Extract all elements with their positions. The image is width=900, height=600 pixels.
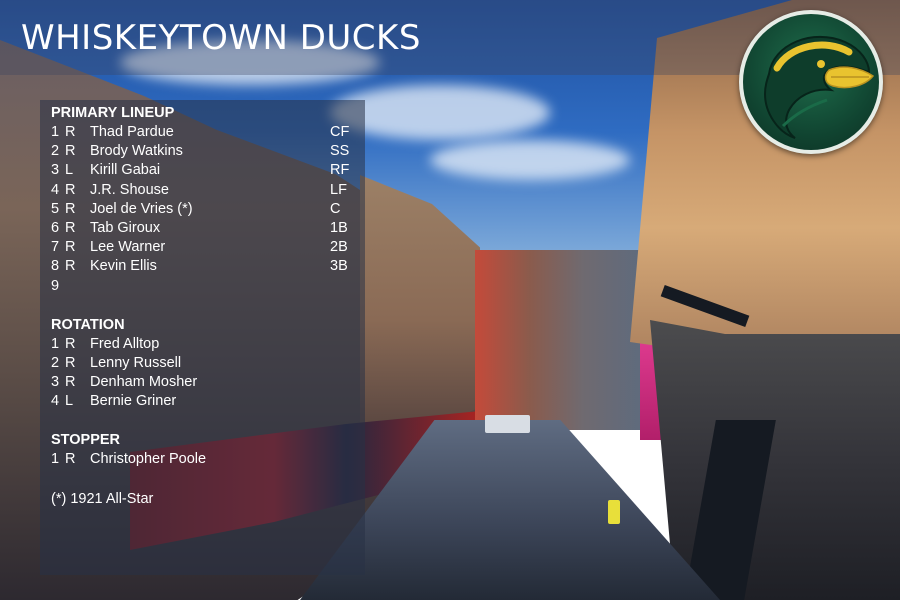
lineup-name: Kirill Gabai (90, 162, 161, 179)
lineup-row: 9 (51, 277, 356, 296)
lineup-row: 3 L Kirill Gabai RF (51, 161, 356, 180)
lineup-hand: R (65, 219, 76, 236)
pedestrian (608, 500, 620, 524)
lineup-pos: 2B (330, 239, 348, 256)
lineup-name: Brody Watkins (90, 143, 183, 160)
lineup-pos: 1B (330, 219, 348, 236)
lineup-rows: 1 R Thad Pardue CF 2 R Brody Watkins SS 3 L Kirill… (51, 123, 356, 296)
lineup-num: 8 (51, 258, 60, 275)
rotation-num: 2 (51, 354, 60, 371)
lineup-pos: LF (330, 181, 347, 198)
rotation-row: 4 L Bernie Griner (51, 392, 356, 411)
rotation-num: 1 (51, 335, 60, 352)
rotation-hand: R (65, 354, 76, 371)
lineup-num: 1 (51, 124, 60, 140)
duck-head-icon (763, 35, 875, 139)
lineup-num: 7 (51, 239, 60, 256)
lineup-num: 6 (51, 219, 60, 236)
lineup-pos: CF (330, 124, 350, 140)
rotation-row: 1 R Fred Alltop (51, 335, 356, 354)
lineup-name: Joel de Vries (*) (90, 200, 193, 217)
cloud (430, 140, 630, 180)
lineup-hand: R (65, 143, 76, 160)
lineup-num: 2 (51, 143, 60, 160)
lineup-row: 5 R Joel de Vries (*) C (51, 200, 356, 219)
lineup-name: J.R. Shouse (90, 181, 169, 198)
rotation-row: 3 R Denham Mosher (51, 373, 356, 392)
roster-list: PRIMARY LINEUP 1 R Thad Pardue CF 2 R Brody Wa… (51, 104, 356, 509)
lineup-hand: R (65, 258, 76, 275)
lineup-row: 7 R Lee Warner 2B (51, 238, 356, 257)
lineup-hand: R (65, 239, 76, 256)
stopper-heading: STOPPER (51, 432, 121, 449)
rotation-row: 2 R Lenny Russell (51, 354, 356, 373)
rotation-heading: ROTATION (51, 316, 125, 333)
rotation-hand: R (65, 374, 76, 391)
lineup-pos: 3B (330, 258, 348, 275)
lineup-row: 4 R J.R. Shouse LF (51, 181, 356, 200)
rotation-num: 3 (51, 374, 60, 391)
lineup-num: 9 (51, 277, 60, 294)
lineup-hand: R (65, 181, 76, 198)
rotation-name: Denham Mosher (90, 374, 198, 391)
lineup-num: 3 (51, 162, 60, 179)
lineup-pos: C (330, 200, 341, 217)
rotation-name: Bernie Griner (90, 393, 177, 410)
lineup-pos: SS (330, 143, 350, 160)
stopper-row: 1 R Christopher Poole (51, 450, 356, 469)
lineup-name: Kevin Ellis (90, 258, 157, 275)
footnote: (*) 1921 All-Star (51, 490, 154, 507)
terrace-walkway (650, 320, 900, 600)
logo-disc (743, 14, 879, 150)
lineup-row: 8 R Kevin Ellis 3B (51, 257, 356, 276)
rotation-rows: 1 R Fred Alltop 2 R Lenny Russell 3 R Denham Mos… (51, 335, 356, 412)
distant-buildings (475, 250, 655, 430)
stopper-name: Christopher Poole (90, 451, 207, 468)
lineup-hand: R (65, 200, 76, 217)
rotation-name: Lenny Russell (90, 354, 182, 371)
rotation-hand: L (65, 393, 74, 410)
rotation-hand: R (65, 335, 76, 352)
car (485, 415, 530, 433)
lineup-num: 5 (51, 200, 60, 217)
lineup-row: 2 R Brody Watkins SS (51, 142, 356, 161)
team-logo (739, 10, 883, 154)
lineup-name: Thad Pardue (90, 124, 174, 140)
lineup-hand: L (65, 162, 74, 179)
lineup-name: Tab Giroux (90, 219, 161, 236)
team-title: WHISKEYTOWN DUCKS (21, 18, 421, 58)
lineup-name: Lee Warner (90, 239, 166, 256)
rotation-name: Fred Alltop (90, 335, 160, 352)
stopper-rows: 1 R Christopher Poole (51, 450, 356, 469)
stopper-hand: R (65, 451, 76, 468)
lineup-row: 6 R Tab Giroux 1B (51, 219, 356, 238)
lineup-row: 1 R Thad Pardue CF (51, 123, 356, 142)
rotation-num: 4 (51, 393, 60, 410)
lineup-heading: PRIMARY LINEUP (51, 105, 175, 121)
lineup-pos: RF (330, 162, 350, 179)
lineup-num: 4 (51, 181, 60, 198)
stopper-num: 1 (51, 451, 60, 468)
lineup-hand: R (65, 124, 76, 140)
